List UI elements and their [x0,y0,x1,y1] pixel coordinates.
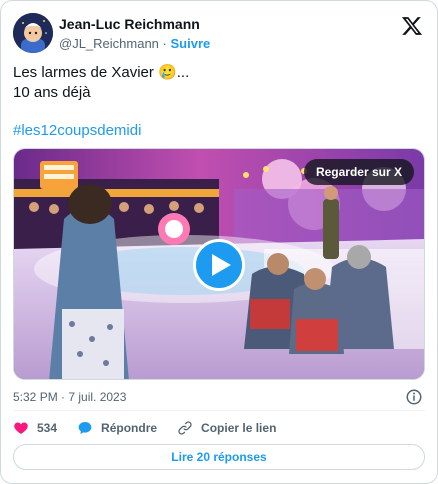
like-count: 534 [37,421,58,435]
play-icon [212,254,231,276]
heart-icon [14,422,28,434]
read-replies-button[interactable]: Lire 20 réponses [13,444,425,470]
tweet-actions: 534 Répondre Copier le lien [13,418,296,438]
user-handle[interactable]: @JL_Reichmann [59,36,159,51]
info-icon[interactable] [405,388,423,406]
reply-bubble-icon [78,422,92,434]
handle-line: @JL_Reichmann · Suivre [59,35,210,53]
play-button[interactable] [193,239,245,291]
avatar-image [13,13,53,53]
reply-button[interactable]: Répondre [77,420,157,436]
user-block: Jean-Luc Reichmann @JL_Reichmann · Suivr… [59,15,210,53]
hashtag-link[interactable]: #les12coupsdemidi [13,121,141,141]
tweet-card: Jean-Luc Reichmann @JL_Reichmann · Suivr… [0,0,438,484]
link-icon [178,421,192,435]
video-media[interactable]: Regarder sur X [13,148,425,380]
tweet-text-line-2: 10 ans déjà [13,84,91,101]
tweet-header: Jean-Luc Reichmann @JL_Reichmann · Suivr… [13,13,425,53]
copy-link-label: Copier le lien [201,421,277,435]
divider [13,410,425,411]
like-button[interactable]: 534 [13,420,57,436]
reply-label: Répondre [101,421,158,435]
separator: · [162,36,167,51]
display-name[interactable]: Jean-Luc Reichmann [59,15,210,33]
watch-on-x-button[interactable]: Regarder sur X [303,159,414,185]
copy-link-button[interactable]: Copier le lien [177,420,276,436]
x-logo-icon[interactable] [401,15,423,37]
tweet-text: Les larmes de Xavier 🥲... 10 ans déjà [13,63,425,103]
avatar[interactable] [13,13,53,53]
follow-button[interactable]: Suivre [171,36,211,51]
tweet-text-line-1: Les larmes de Xavier 🥲... [13,64,190,81]
tweet-timestamp[interactable]: 5:32 PM · 7 juil. 2023 [13,389,126,405]
